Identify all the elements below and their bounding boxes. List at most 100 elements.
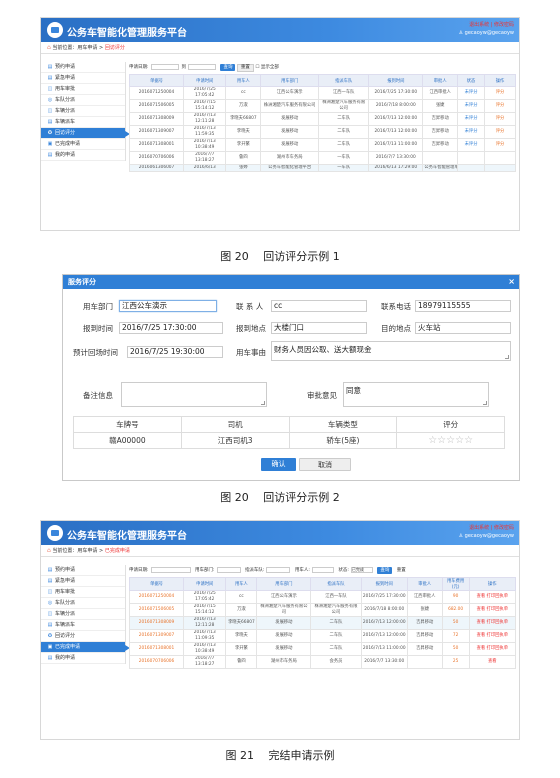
sidebar-item-active[interactable]: ✪ 回访评分 — [41, 128, 130, 139]
document-icon: ▤ — [47, 655, 53, 661]
cell-link[interactable]: 查看 打印回执单 — [468, 590, 517, 604]
phone-field[interactable]: 18979115555 — [415, 300, 511, 312]
table-row[interactable]: 2016071506005 2016/7/15 15:14:12 万淑 株洲湘楚汽车服… — [128, 99, 516, 113]
date-to-input[interactable] — [188, 63, 217, 70]
sidebar-item-active[interactable]: ▣ 已完成申请 — [41, 642, 130, 653]
report-time-field[interactable]: 2016/7/25 17:30:00 — [119, 322, 223, 334]
cell-link[interactable]: 评分 — [484, 112, 516, 126]
cell-link[interactable] — [484, 151, 516, 165]
sidebar-item[interactable]: ▤ 紧急申请 — [41, 73, 125, 84]
table-cell: 吉昇移动 — [406, 616, 443, 630]
table-row[interactable]: 2016071250004 2016/7/25 17:05:42 cc 江西公车演示江… — [128, 590, 517, 604]
cell-link[interactable] — [484, 164, 516, 172]
cell-link[interactable]: 查看 打印回执单 — [468, 616, 517, 630]
destination-field[interactable]: 火车站 — [415, 322, 511, 334]
sidebar-item[interactable]: ▤ 预约申请 — [41, 565, 125, 576]
cell-link[interactable]: 2016071308001 — [128, 642, 185, 656]
reason-field[interactable]: 财务人员因公取、送大额现金 — [271, 341, 511, 361]
table-cell: 吉昇移动 — [406, 629, 443, 643]
user-input[interactable] — [311, 566, 334, 573]
cell-link[interactable]: 查看 — [468, 655, 517, 669]
change-password-link[interactable]: 修改密码 — [494, 525, 514, 531]
logout-link[interactable]: 退出系统 — [469, 22, 489, 28]
opinion-field[interactable]: 同意 — [343, 382, 489, 407]
star-rating-icon[interactable]: ☆☆☆☆☆ — [428, 435, 473, 446]
table-row[interactable]: 2016071250004 2016/7/25 17:05:42 cc 江西公车演示江… — [128, 86, 516, 100]
dept-input[interactable] — [216, 566, 241, 573]
table-cell: 李晓夫66807 — [225, 112, 262, 126]
change-password-link[interactable]: 修改密码 — [494, 22, 514, 28]
breadcrumb: ⌂ 当前位置：用车申请 > 回访评分 — [41, 42, 519, 54]
table-row[interactable]: 2016070706006 2016/7/7 13:18:27 鲁四 湖州市车务局 一车… — [128, 151, 516, 165]
dept-field[interactable]: 江西公车演示 — [119, 300, 217, 312]
cell-link[interactable]: 评分 — [484, 138, 516, 152]
table-row[interactable]: 2016071308001 2016/7/13 10:38:49 李开繁 发展移动 二车… — [128, 138, 516, 152]
table-cell: 株洲湘楚汽车服务有限公司 — [260, 99, 320, 113]
sidebar-item[interactable]: ◫ 车辆分派 — [41, 609, 125, 620]
table-cell: 2016/7/13 10:38:49 — [183, 642, 227, 656]
reset-button[interactable]: 重置 — [394, 568, 409, 574]
query-button[interactable]: 查询 — [377, 567, 393, 574]
cell-link[interactable]: 2016071309007 — [128, 629, 185, 643]
query-button[interactable]: 查询 — [220, 64, 236, 71]
fleet-input[interactable] — [266, 566, 291, 573]
sidebar-item[interactable]: ◫ 用车审批 — [41, 587, 125, 598]
cancel-button[interactable]: 取消 — [299, 458, 351, 471]
sidebar-item[interactable]: ✪ 回访评分 — [41, 631, 125, 642]
report-place-field[interactable]: 大楼门口 — [271, 322, 367, 334]
sidebar-item[interactable]: ▤ 我的申请 — [41, 653, 125, 664]
table-cell: 二车队 — [310, 642, 362, 656]
est-return-field[interactable]: 2016/7/25 19:30:00 — [127, 346, 223, 358]
sidebar-item[interactable]: ▤ 预约申请 — [41, 62, 125, 73]
cell-link[interactable]: 评分 — [484, 99, 516, 113]
date-from-input[interactable] — [150, 63, 179, 70]
table-cell: 2016/7/18 8:00:00 — [368, 99, 424, 113]
cell-link[interactable]: 2016071250004 — [128, 590, 185, 604]
table-cell: 90 — [441, 590, 470, 604]
sidebar-item[interactable]: ▣ 已完成申请 — [41, 139, 125, 150]
contact-field[interactable]: cc — [271, 300, 367, 312]
table-row[interactable]: 2016061306007 2016/6/13 张婷 公务车智能化管理平台 一车队 201… — [128, 164, 516, 172]
table-cell: 二车队 — [310, 629, 362, 643]
sidebar-item[interactable]: ◎ 车队分派 — [41, 598, 125, 609]
confirm-button[interactable]: 确认 — [261, 458, 296, 471]
table-row[interactable]: 2016071308009 2016/7/13 12:11:28 李晓夫66807 发… — [128, 616, 517, 630]
sidebar-item[interactable]: ▤ 车辆派车 — [41, 117, 125, 128]
remark-field[interactable] — [121, 382, 267, 407]
table-row[interactable]: 2016071506005 2016/7/15 15:14:12 万淑 株洲湘楚汽车服… — [128, 603, 517, 617]
cell-link[interactable]: 2016071308009 — [128, 616, 185, 630]
cell-link[interactable]: 2016071506005 — [128, 603, 185, 617]
sidebar-item[interactable]: ◫ 车辆分派 — [41, 106, 125, 117]
sidebar-item[interactable]: ▤ 车辆派车 — [41, 620, 125, 631]
sidebar-item[interactable]: ▤ 我的申请 — [41, 150, 125, 161]
sidebar-item[interactable]: ◎ 车队分派 — [41, 95, 125, 106]
home-icon: ⌂ — [47, 44, 51, 51]
content: 申请日期: 用车部门: 指派车队: 用车人: 状态: 已完成 查询 重置 单据号申… — [128, 565, 517, 669]
table-row[interactable]: 2016070706006 2016/7/7 13:18:27 鲁四 湖州市车务局 会务… — [128, 655, 517, 669]
cell-link[interactable]: 查看 打印回执单 — [468, 642, 517, 656]
breadcrumb-parent[interactable]: 用车申请 — [77, 45, 97, 51]
sidebar-item[interactable]: ◫ 用车审批 — [41, 84, 125, 95]
cell-link[interactable]: 查看 打印回执单 — [468, 603, 517, 617]
table-row[interactable]: 2016071309007 2016/7/13 11:09:35 李晓夫 发展移动 二车… — [128, 629, 517, 643]
status-select[interactable]: 已完成 — [350, 566, 373, 573]
table-row[interactable]: 2016071309007 2016/7/13 11:59:35 李晓夫 发展移动 二车… — [128, 125, 516, 139]
cell-link[interactable]: 评分 — [484, 86, 516, 100]
table-row[interactable]: 2016071308009 2016/7/13 12:11:28 李晓夫66807 发… — [128, 112, 516, 126]
table-cell: 株洲湘楚汽车服务有限公司 — [256, 603, 312, 617]
table-row[interactable]: 2016071308001 2016/7/13 10:38:49 李开繁 发展移动 二车… — [128, 642, 517, 656]
sidebar-item[interactable]: ▤ 紧急申请 — [41, 576, 125, 587]
cell-link[interactable]: 查看 打印回执单 — [468, 629, 517, 643]
table-cell: 李晓夫 — [225, 629, 258, 643]
close-icon[interactable]: × — [508, 275, 515, 289]
show-all-checkbox[interactable]: ☐ — [255, 65, 259, 70]
logout-link[interactable]: 退出系统 — [469, 525, 489, 531]
cell-link[interactable]: 评分 — [484, 125, 516, 139]
document-icon: ▤ — [47, 578, 53, 584]
caption-1: 图 20 回访评分示例 1 — [220, 250, 340, 263]
reset-button[interactable]: 重置 — [236, 64, 254, 72]
breadcrumb-parent[interactable]: 用车申请 — [77, 548, 97, 554]
table-cell: 2016071250004 — [128, 86, 185, 100]
date-input[interactable] — [150, 566, 191, 573]
cell-link[interactable]: 2016070706006 — [128, 655, 185, 669]
